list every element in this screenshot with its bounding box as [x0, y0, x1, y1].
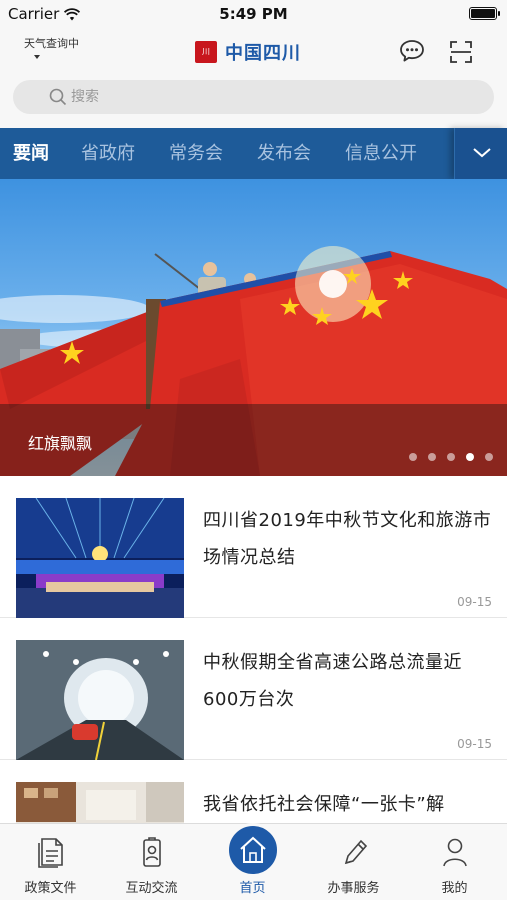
caret-down-icon[interactable]: [34, 55, 40, 59]
news-title[interactable]: 我省依托社会保障“一张卡”解: [203, 786, 493, 823]
search-icon: [49, 88, 67, 110]
seal-icon: 川: [195, 41, 217, 63]
carousel-dot[interactable]: [447, 453, 455, 461]
news-title[interactable]: 中秋假期全省高速公路总流量近600万台次: [203, 644, 493, 718]
home-button[interactable]: [226, 823, 280, 877]
banner-caption: 红旗飘飘: [28, 434, 93, 453]
chat-icon[interactable]: [399, 39, 425, 67]
brand-name: 中国四川: [225, 43, 301, 64]
carousel-dots: [398, 453, 493, 461]
pen-icon: [339, 836, 369, 868]
tabbar-label: 政策文件: [24, 881, 77, 896]
home-icon: [240, 836, 266, 863]
tabbar-item-services[interactable]: 办事服务: [303, 824, 404, 900]
news-date: 09-15: [457, 737, 492, 751]
tabbar-label: 互动交流: [125, 881, 178, 896]
carousel-dot-active[interactable]: [466, 453, 474, 461]
clock: 5:49 PM: [219, 5, 288, 23]
app-header: 天气查询中 川 中国四川: [0, 28, 507, 80]
news-title[interactable]: 四川省2019年中秋节文化和旅游市场情况总结: [203, 502, 493, 576]
carousel-dot[interactable]: [409, 453, 417, 461]
person-icon: [440, 836, 470, 868]
tabbar-label: 我的: [441, 881, 468, 896]
tabbar-item-interaction[interactable]: 互动交流: [101, 824, 202, 900]
search-input[interactable]: [71, 85, 471, 109]
tabbar-item-mine[interactable]: 我的: [404, 824, 505, 900]
scan-icon[interactable]: [449, 40, 473, 68]
tab-fabuhui[interactable]: 发布会: [257, 128, 311, 179]
tab-yaowen[interactable]: 要闻: [13, 128, 49, 179]
tabbar-item-policy[interactable]: 政策文件: [0, 824, 101, 900]
news-thumbnail: [16, 498, 184, 618]
battery-icon: [469, 7, 500, 20]
tab-shengzhengfu[interactable]: 省政府: [81, 128, 135, 179]
news-item[interactable]: 四川省2019年中秋节文化和旅游市场情况总结 09-15: [0, 476, 507, 618]
document-icon: [36, 836, 66, 868]
channel-tabs: 要闻 省政府 常务会 发布会 信息公开: [0, 128, 507, 179]
carousel-dot[interactable]: [485, 453, 493, 461]
news-date: 09-15: [457, 595, 492, 609]
banner-carousel[interactable]: 红旗飘飘: [0, 179, 507, 476]
status-bar: Carrier 5:49 PM: [0, 0, 507, 28]
news-thumbnail: [16, 640, 184, 760]
search-box[interactable]: [13, 80, 494, 114]
search-bar-area: [0, 80, 507, 128]
badge-icon: [137, 836, 167, 868]
carousel-dot[interactable]: [428, 453, 436, 461]
more-channels-button[interactable]: [454, 128, 507, 179]
tabbar-label: 办事服务: [327, 881, 380, 896]
weather-label[interactable]: 天气查询中: [24, 35, 79, 51]
brand-logo: 川 中国四川: [195, 39, 301, 65]
tab-xinxigongkai[interactable]: 信息公开: [345, 128, 417, 179]
tabbar-label: 首页: [239, 881, 266, 896]
tab-changwuhui[interactable]: 常务会: [169, 128, 223, 179]
news-item[interactable]: 中秋假期全省高速公路总流量近600万台次 09-15: [0, 618, 507, 760]
banner-caption-bar: 红旗飘飘: [0, 404, 507, 476]
